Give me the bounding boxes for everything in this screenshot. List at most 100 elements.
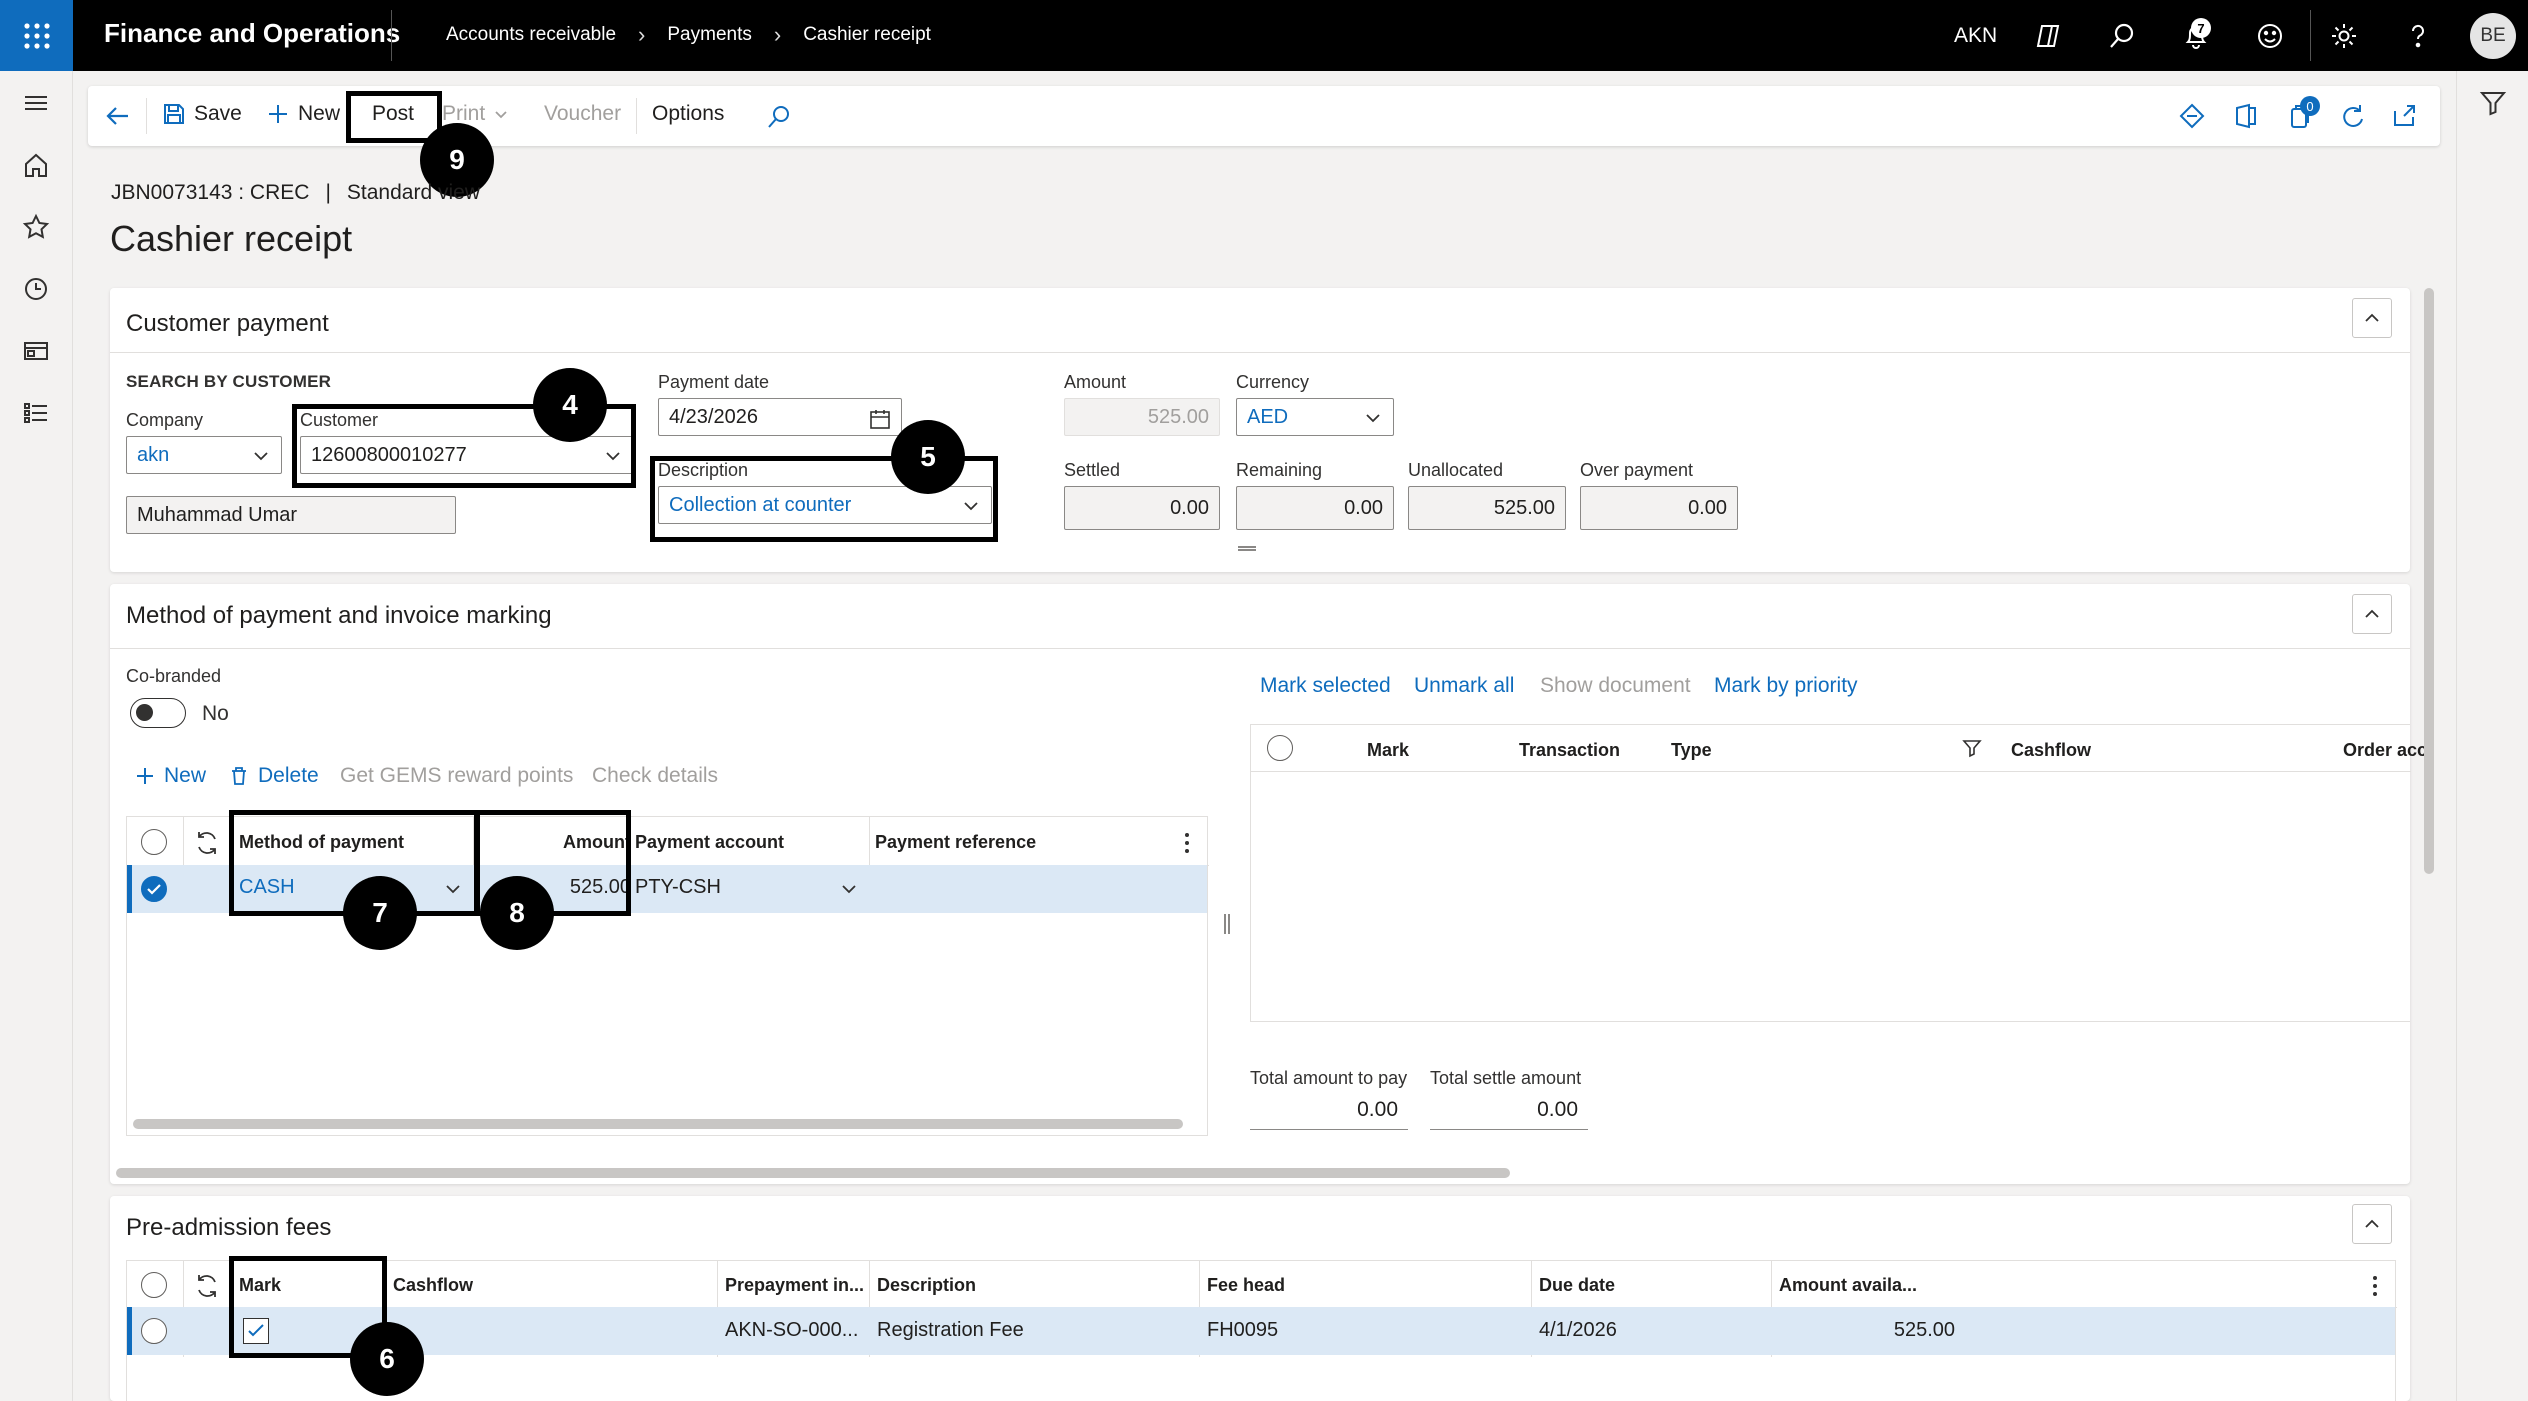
open-new-window-icon[interactable] [2390,102,2418,130]
calendar-icon[interactable] [869,408,891,430]
column-header-transaction[interactable]: Transaction [1519,740,1620,761]
section-title[interactable]: Method of payment and invoice marking [126,602,552,630]
modules-list-icon[interactable] [20,397,52,429]
section-title[interactable]: Pre-admission fees [126,1214,331,1242]
collapse-section-button[interactable] [2352,594,2392,634]
search-icon[interactable] [766,104,792,130]
avatar[interactable]: BE [2470,13,2516,59]
due-date-cell[interactable]: 4/1/2026 [1539,1319,1617,1342]
copilot-icon[interactable] [2032,20,2064,52]
column-header-fee-head[interactable]: Fee head [1207,1275,1285,1296]
column-header-type[interactable]: Type [1671,740,1712,761]
gear-icon[interactable] [2328,20,2360,52]
section-horizontal-scrollbar[interactable] [116,1168,1510,1178]
more-options-icon[interactable] [1175,829,1199,857]
search-icon[interactable] [2106,20,2138,52]
get-gems-reward-points-button[interactable]: Get GEMS reward points [340,764,573,788]
mark-selected-button[interactable]: Mark selected [1260,674,1391,698]
currency-select[interactable]: AED [1236,398,1394,436]
company-select[interactable]: akn [126,436,282,474]
column-header-order-account[interactable]: Order acc [2343,740,2427,761]
hamburger-icon[interactable] [20,87,52,119]
row-select-radio[interactable] [141,1318,167,1344]
mark-by-priority-button[interactable]: Mark by priority [1714,674,1858,698]
prepayment-cell[interactable]: AKN-SO-000... [725,1319,858,1342]
breadcrumb: Accounts receivable › Payments › Cashier… [446,22,931,48]
table-row[interactable]: AKN-SO-000... Registration Fee FH0095 4/… [127,1307,2395,1355]
select-all-radio[interactable] [141,829,167,855]
back-arrow-icon[interactable] [104,102,132,130]
voucher-button[interactable]: Voucher [544,102,621,126]
search-by-customer-heading: SEARCH BY CUSTOMER [126,372,332,391]
column-header-prepayment[interactable]: Prepayment in... [725,1275,864,1296]
column-header-due-date[interactable]: Due date [1539,1275,1615,1296]
breadcrumb-payments[interactable]: Payments [667,24,751,46]
new-button[interactable]: New [266,102,340,126]
save-button[interactable]: Save [162,102,242,126]
pane-splitter-handle[interactable] [1224,914,1230,934]
company-picker[interactable]: AKN [1954,24,1997,48]
clock-icon[interactable] [20,273,52,305]
home-icon[interactable] [20,149,52,181]
more-options-icon[interactable] [2363,1272,2387,1300]
horizontal-scrollbar[interactable] [133,1119,1183,1129]
refresh-icon[interactable] [2338,102,2366,130]
select-all-radio[interactable] [141,1272,167,1298]
filter-icon[interactable] [1961,737,1983,759]
office-icon[interactable] [2232,102,2260,130]
options-tab[interactable]: Options [652,102,724,126]
chevron-down-icon[interactable] [839,879,859,899]
app-launcher-button[interactable] [0,0,73,71]
total-settle-amount-value: 0.00 [1430,1094,1588,1130]
description-cell[interactable]: Registration Fee [877,1319,1024,1342]
payment-date-field[interactable]: 4/23/2026 [658,398,902,436]
amount-field: 525.00 [1064,398,1220,436]
page-vertical-scrollbar[interactable] [2424,288,2434,874]
section-title[interactable]: Customer payment [126,310,329,338]
payment-account-cell[interactable]: PTY-CSH [635,876,721,899]
show-document-button[interactable]: Show document [1540,674,1691,698]
amount-available-cell[interactable]: 525.00 [1779,1319,1955,1342]
breadcrumb-cashier-receipt[interactable]: Cashier receipt [803,24,931,46]
help-icon[interactable] [2402,20,2434,52]
chevron-up-icon [2365,1219,2379,1228]
select-all-radio[interactable] [1267,735,1293,761]
diamond-icon[interactable] [2178,102,2206,130]
currency-label: Currency [1236,372,1310,392]
column-header-mark[interactable]: Mark [1367,740,1409,761]
app-name[interactable]: Finance and Operations [104,18,400,49]
record-id: JBN0073143 : CREC [111,181,310,204]
column-header-payment-reference[interactable]: Payment reference [875,832,1036,853]
column-header-cashflow[interactable]: Cashflow [393,1275,473,1296]
collapse-section-button[interactable] [2352,1204,2392,1244]
add-payment-line-button[interactable]: New [134,764,206,788]
collapse-section-button[interactable] [2352,298,2392,338]
company-value: akn [137,443,170,466]
cobranded-toggle[interactable] [130,698,186,728]
fee-head-cell[interactable]: FH0095 [1207,1319,1278,1342]
refresh-icon[interactable] [193,829,221,857]
unmark-all-button[interactable]: Unmark all [1414,674,1514,698]
breadcrumb-accounts-receivable[interactable]: Accounts receivable [446,24,616,46]
filter-icon[interactable] [2478,88,2508,118]
settled-value: 0.00 [1170,496,1209,519]
column-header-amount-available[interactable]: Amount availa... [1779,1275,1917,1296]
chevron-down-icon [1366,414,1380,423]
column-header-payment-account[interactable]: Payment account [635,832,784,853]
check-details-button[interactable]: Check details [592,764,718,788]
row-selected-check[interactable] [141,876,167,902]
column-header-cashflow[interactable]: Cashflow [2011,740,2091,761]
resize-handle[interactable] [1238,546,1256,551]
amount-label: Amount [1064,372,1127,392]
workspace-icon[interactable] [20,335,52,367]
remaining-label: Remaining [1236,460,1323,480]
refresh-icon[interactable] [193,1272,221,1300]
delete-payment-line-button[interactable]: Delete [228,764,319,788]
smiley-icon[interactable] [2254,20,2286,52]
divider [2310,10,2311,61]
plus-icon [137,768,153,784]
divider [146,98,147,134]
column-header-description[interactable]: Description [877,1275,976,1296]
star-icon[interactable] [20,211,52,243]
view-selector[interactable]: Standard view [347,181,480,205]
